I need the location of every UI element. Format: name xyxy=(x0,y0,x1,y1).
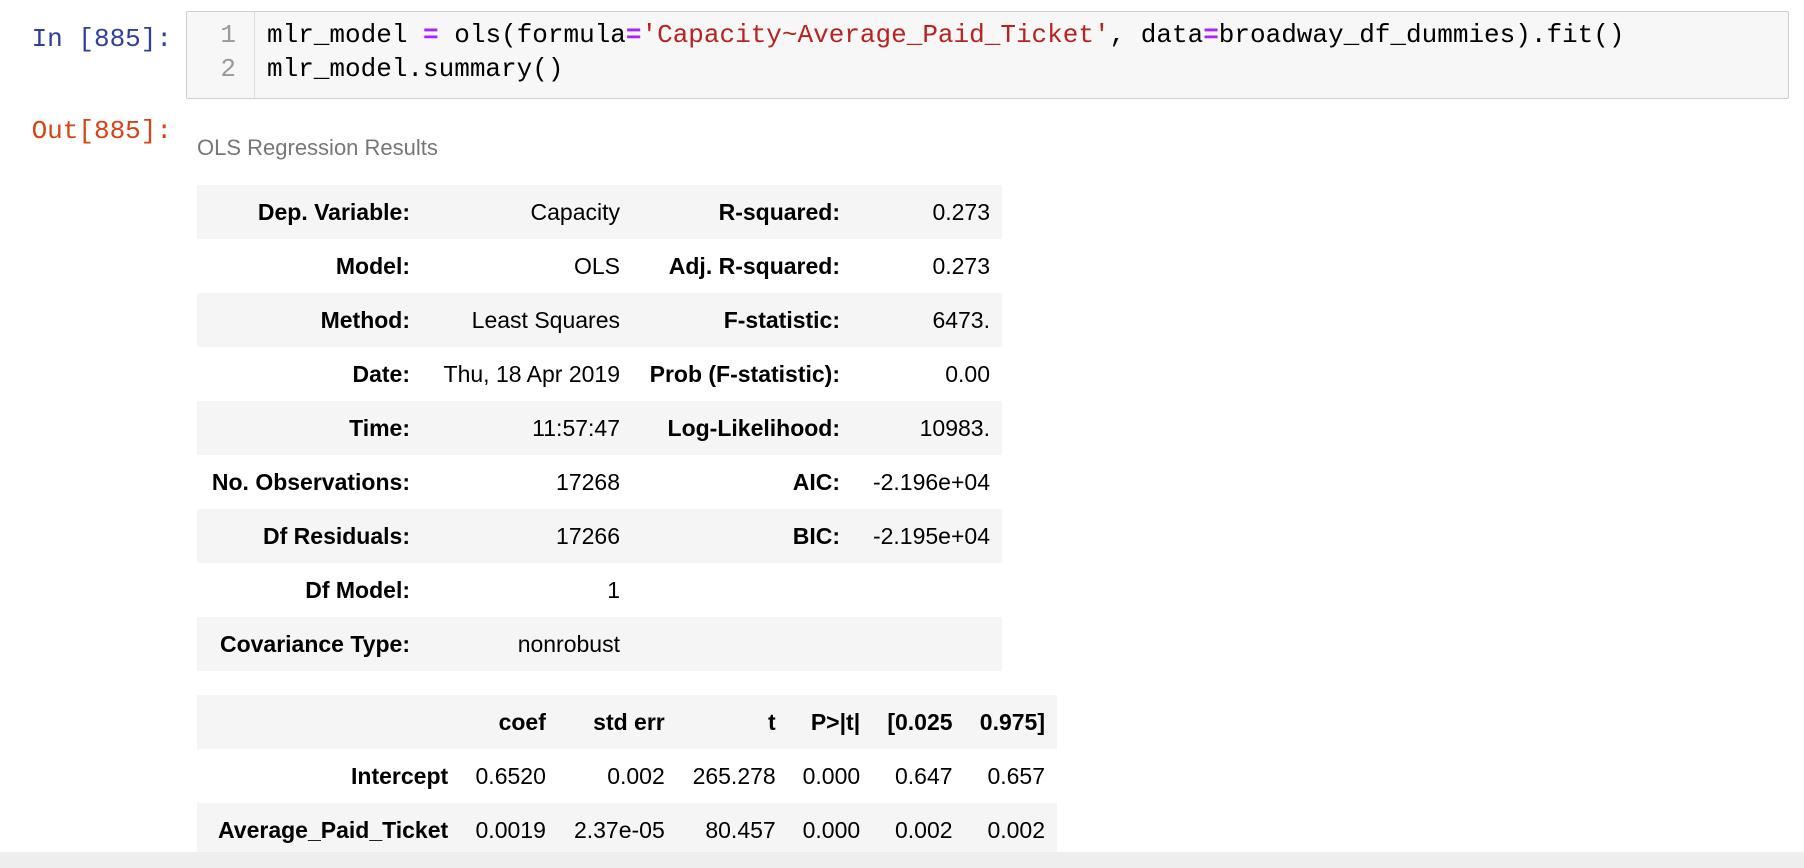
code-operator: = xyxy=(625,20,642,50)
coef-row-label: Average_Paid_Ticket xyxy=(218,816,449,843)
summary-label: R-squared: xyxy=(718,198,840,225)
summary-label: Df Residuals: xyxy=(263,522,410,549)
summary-row: Time: 11:57:47 Log-Likelihood: 10983. xyxy=(197,401,1002,455)
summary-value: Thu, 18 Apr 2019 xyxy=(443,360,620,387)
summary-label xyxy=(632,563,852,617)
p-value: 0.000 xyxy=(802,762,861,789)
regression-summary-table: Dep. Variable: Capacity R-squared: 0.273 Mod… xyxy=(197,185,1002,671)
summary-row: Date: Thu, 18 Apr 2019 Prob (F-statistic):… xyxy=(197,347,1002,401)
p-value: 0.000 xyxy=(802,816,861,843)
coef-header-cell: coef xyxy=(498,708,546,735)
summary-value: nonrobust xyxy=(517,630,620,657)
code-operator: = xyxy=(423,20,439,50)
summary-value: -2.196e+04 xyxy=(872,468,990,495)
summary-label: Date: xyxy=(352,360,410,387)
ci-upper-value: 0.657 xyxy=(987,762,1045,789)
summary-value: -2.195e+04 xyxy=(872,522,990,549)
summary-label: Dep. Variable: xyxy=(257,198,410,225)
coef-row: Average_Paid_Ticket 0.0019 2.37e-05 80.457 0… xyxy=(197,803,1057,857)
summary-value: 6473. xyxy=(932,306,990,333)
summary-label: Log-Likelihood: xyxy=(667,414,840,441)
summary-label: Time: xyxy=(349,414,410,441)
coef-header-cell: [0.025 xyxy=(887,708,953,735)
code-token: broadway_df_dummies).fit() xyxy=(1218,20,1625,50)
summary-label xyxy=(632,617,852,671)
summary-value: 0.273 xyxy=(932,252,990,279)
code-line-2[interactable]: mlr_model.summary() xyxy=(267,52,563,86)
coef-row-label: Intercept xyxy=(351,762,449,789)
summary-label: AIC: xyxy=(792,468,840,495)
coefficient-table-header: coef std err t P>|t| [0.025 0.975] xyxy=(197,695,1057,749)
code-operator: = xyxy=(1203,20,1219,50)
code-string: 'Capacity~Average_Paid_Ticket' xyxy=(641,20,1110,50)
summary-value: OLS xyxy=(573,252,620,279)
summary-label: Covariance Type: xyxy=(219,630,410,657)
summary-label: Method: xyxy=(320,306,410,333)
std-err-value: 0.002 xyxy=(607,762,665,789)
summary-value: 10983. xyxy=(919,414,990,441)
summary-label: Df Model: xyxy=(305,576,410,603)
summary-label: Prob (F-statistic): xyxy=(649,360,840,387)
summary-label: F-statistic: xyxy=(723,306,840,333)
summary-value xyxy=(852,617,1002,671)
code-token: , data xyxy=(1109,20,1204,50)
coef-header-cell xyxy=(197,695,460,749)
summary-value: 0.00 xyxy=(945,360,990,387)
summary-value: 1 xyxy=(607,576,620,603)
summary-row: Dep. Variable: Capacity R-squared: 0.273 xyxy=(197,185,1002,239)
input-prompt: In [885]: xyxy=(31,24,172,54)
ci-upper-value: 0.002 xyxy=(987,816,1045,843)
line-number: 1 xyxy=(220,20,236,50)
summary-row: Method: Least Squares F-statistic: 6473. xyxy=(197,293,1002,347)
summary-value: 17268 xyxy=(556,468,620,495)
line-number-gutter: 1 2 xyxy=(187,12,255,98)
code-cell-input[interactable]: 1 2 mlr_model = ols(formula='Capacity~Av… xyxy=(186,11,1789,99)
code-line-1[interactable]: mlr_model = ols(formula='Capacity~Averag… xyxy=(267,18,1624,52)
ci-lower-value: 0.647 xyxy=(894,762,953,789)
summary-value: Least Squares xyxy=(471,306,620,333)
coef-value: 0.6520 xyxy=(475,762,546,789)
t-value: 265.278 xyxy=(692,762,776,789)
table-caption: OLS Regression Results xyxy=(197,135,438,160)
summary-label: Model: xyxy=(335,252,410,279)
coefficient-table: coef std err t P>|t| [0.025 0.975] Intercept 0… xyxy=(197,695,1057,857)
summary-label: BIC: xyxy=(792,522,840,549)
summary-value: 0.273 xyxy=(932,198,990,225)
summary-label: Adj. R-squared: xyxy=(668,252,840,279)
line-number: 2 xyxy=(220,54,236,84)
t-value: 80.457 xyxy=(705,816,776,843)
summary-value: Capacity xyxy=(530,198,620,225)
coef-header-cell: 0.975] xyxy=(979,708,1045,735)
summary-row: Model: OLS Adj. R-squared: 0.273 xyxy=(197,239,1002,293)
summary-value: 17266 xyxy=(556,522,620,549)
summary-row: Df Model: 1 xyxy=(197,563,1002,617)
summary-row: Df Residuals: 17266 BIC: -2.195e+04 xyxy=(197,509,1002,563)
bottom-scroll-area xyxy=(0,852,1804,868)
ci-lower-value: 0.002 xyxy=(894,816,953,843)
output-prompt: Out[885]: xyxy=(31,116,172,146)
coef-value: 0.0019 xyxy=(475,816,546,843)
coef-header-cell: t xyxy=(768,708,776,735)
coef-header-cell: std err xyxy=(593,708,665,735)
summary-row: Covariance Type: nonrobust xyxy=(197,617,1002,671)
coef-header-cell: P>|t| xyxy=(810,708,861,735)
code-token: mlr_model xyxy=(267,20,424,50)
std-err-value: 2.37e-05 xyxy=(573,816,665,843)
summary-label: No. Observations: xyxy=(211,468,410,495)
code-token: ols(formula xyxy=(438,20,626,50)
summary-row: No. Observations: 17268 AIC: -2.196e+04 xyxy=(197,455,1002,509)
summary-value xyxy=(852,563,1002,617)
summary-value: 11:57:47 xyxy=(532,414,620,441)
coef-row: Intercept 0.6520 0.002 265.278 0.000 0.647 0.6… xyxy=(197,749,1057,803)
